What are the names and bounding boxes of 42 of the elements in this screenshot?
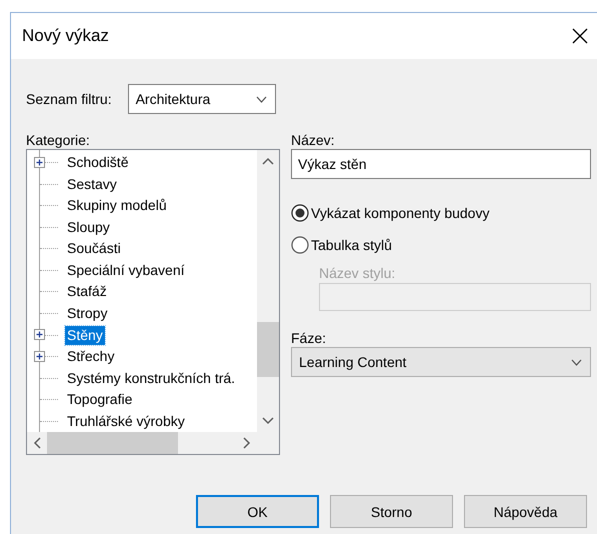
name-field[interactable]: Výkaz stěn xyxy=(291,149,591,179)
tree-item[interactable]: Speciální vybavení xyxy=(65,260,187,280)
scroll-up-icon xyxy=(262,157,274,165)
close-icon[interactable] xyxy=(572,28,588,44)
tree-item[interactable]: Stropy xyxy=(65,304,110,323)
tree-item[interactable]: Truhlářské výrobky xyxy=(65,412,187,431)
tree-item[interactable]: Topografie xyxy=(65,390,134,410)
dialog-button[interactable]: Storno xyxy=(330,495,453,528)
category-label: Kategorie: xyxy=(26,131,91,150)
filter-dropdown[interactable]: Architektura xyxy=(128,84,276,114)
scroll-left-icon xyxy=(33,437,41,449)
scroll-right-icon xyxy=(243,437,251,449)
window-title: Nový výkaz xyxy=(22,26,109,46)
caret-icon xyxy=(571,358,582,366)
phase-dropdown[interactable]: Learning Content xyxy=(291,347,591,377)
expand-icon[interactable] xyxy=(34,350,45,362)
tree-item[interactable]: Schodiště xyxy=(65,153,130,172)
radio-button[interactable]: Vykázat komponenty budovy xyxy=(291,203,591,223)
tree-item[interactable]: Systémy konstrukčních trá. xyxy=(65,368,238,388)
phase-label: Fáze: xyxy=(291,329,328,348)
tree-item[interactable]: Sestavy xyxy=(65,174,119,194)
tree-item[interactable]: Střechy xyxy=(65,347,116,366)
tree-item[interactable]: Sloupy xyxy=(65,218,112,237)
scroll-down-icon xyxy=(262,417,274,425)
style-name-label: Název stylu: xyxy=(319,265,396,281)
caret-icon xyxy=(256,96,267,102)
tree-item[interactable]: Součásti xyxy=(65,239,123,258)
expand-icon[interactable] xyxy=(34,329,45,340)
radio-button[interactable]: Tabulka stylů xyxy=(291,235,591,255)
tree-item[interactable]: Stafáž xyxy=(65,282,109,302)
tree-item[interactable]: Stěny xyxy=(65,326,105,345)
name-label: Název: xyxy=(291,131,336,150)
filter-label: Seznam filtru: xyxy=(26,91,112,107)
dialog-button[interactable]: OK xyxy=(196,495,319,528)
expand-icon[interactable] xyxy=(34,157,45,168)
dialog-button[interactable]: Nápověda xyxy=(464,495,587,528)
scroll-thumb[interactable] xyxy=(47,432,178,454)
style-name-field[interactable] xyxy=(319,283,591,311)
scroll-thumb[interactable] xyxy=(257,322,279,377)
horizontal-scrollbar[interactable] xyxy=(27,432,257,454)
tree-item[interactable]: Skupiny modelů xyxy=(65,196,169,216)
vertical-scrollbar[interactable] xyxy=(257,150,279,432)
